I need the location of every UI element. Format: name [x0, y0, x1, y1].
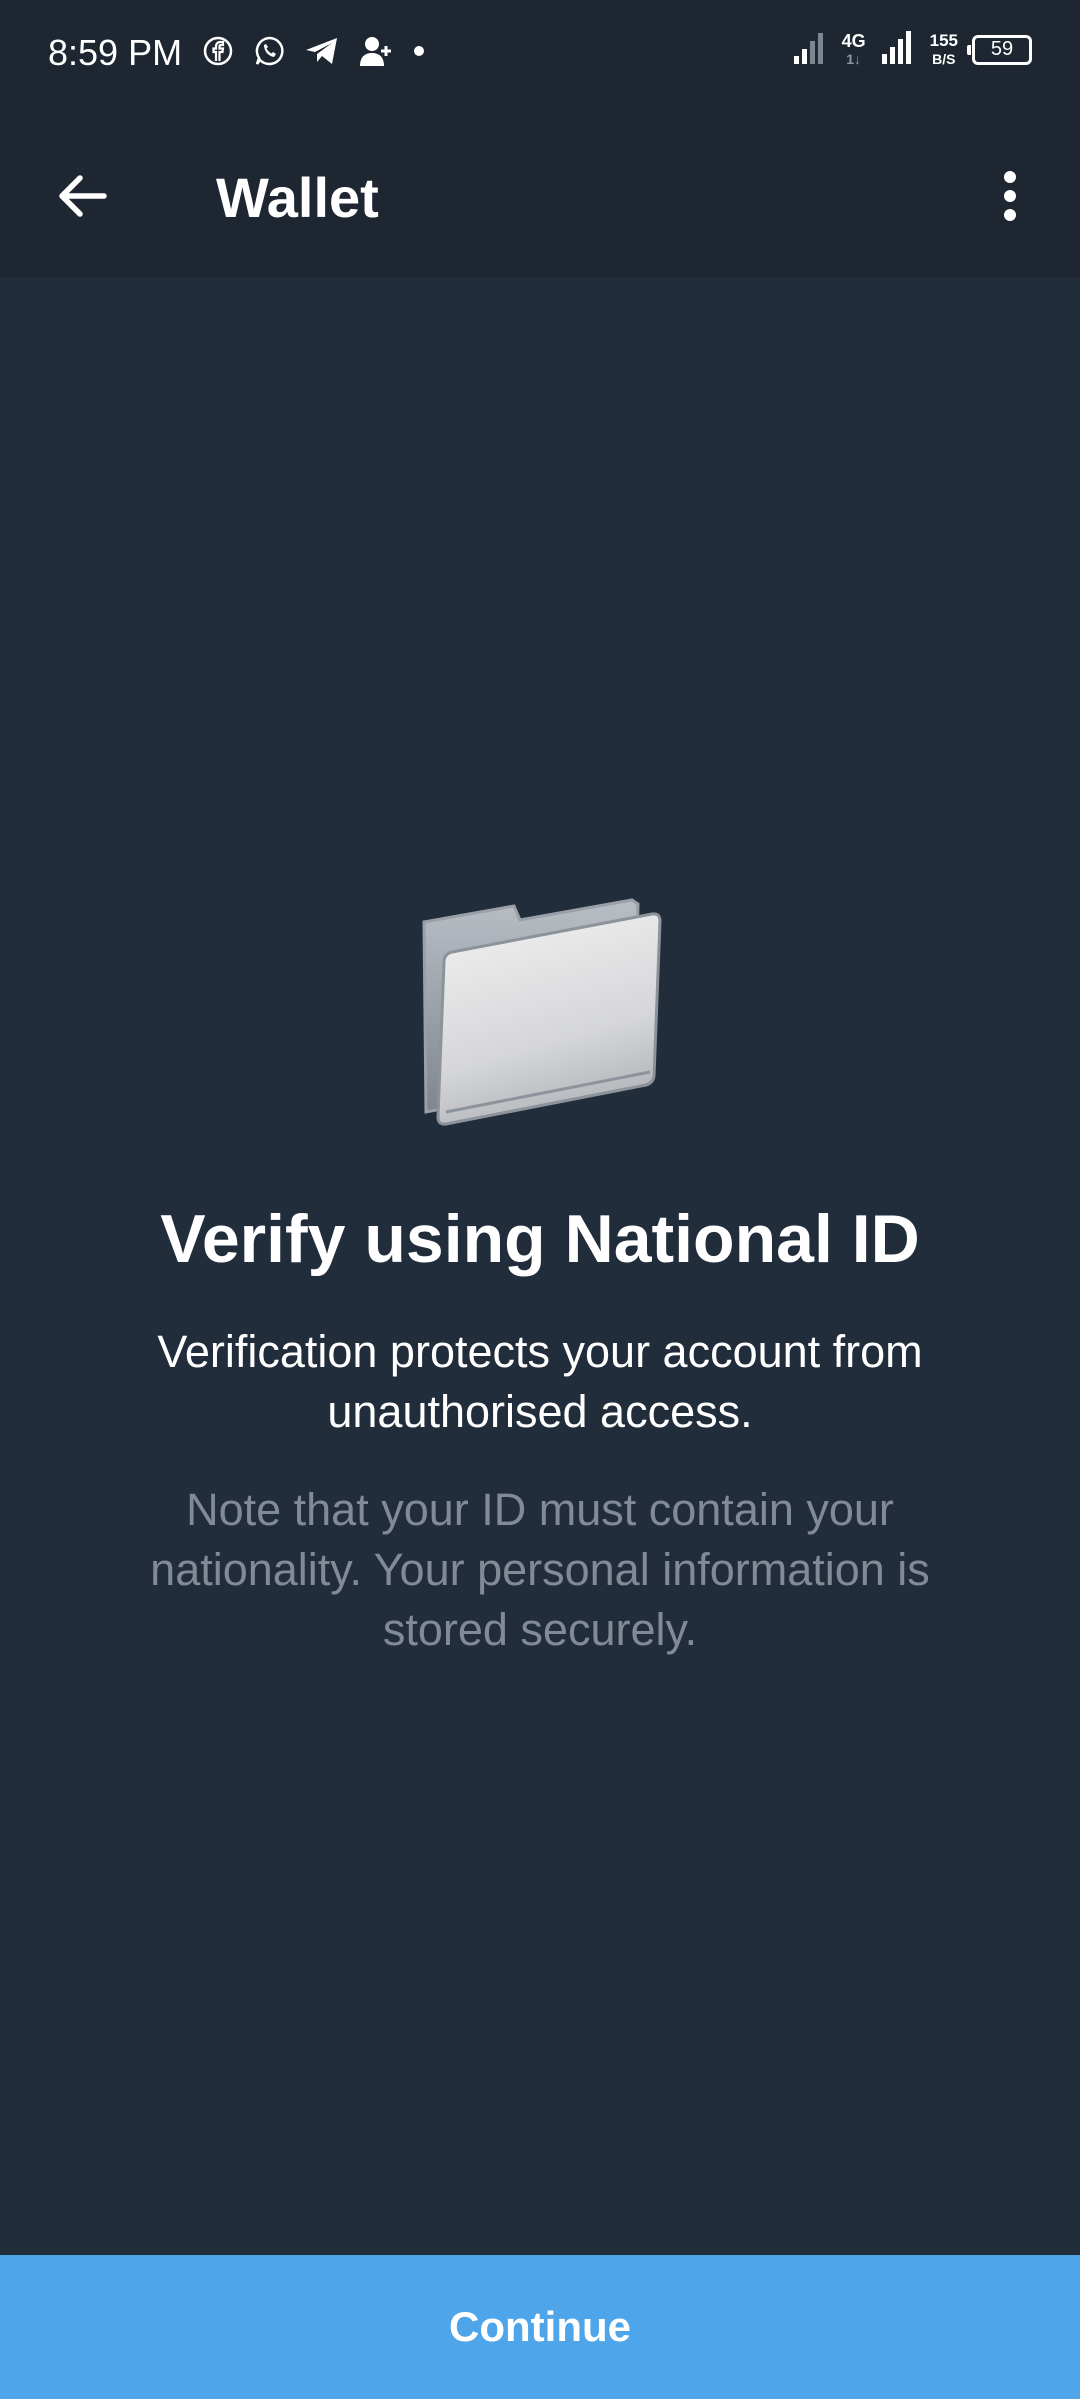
- app-bar: Wallet: [0, 108, 1080, 278]
- description-text: Verification protects your account from …: [157, 1326, 923, 1437]
- status-time: 8:59 PM: [48, 32, 183, 73]
- battery-level: 59: [990, 38, 1014, 60]
- battery-icon: 59: [967, 34, 1032, 65]
- dot-icon: [412, 44, 426, 58]
- whatsapp-icon: [252, 34, 286, 68]
- folder-icon: [410, 880, 670, 1140]
- back-button[interactable]: [42, 158, 122, 238]
- signal-icon: [880, 30, 916, 69]
- notification-icons: [202, 34, 426, 68]
- more-options-button[interactable]: [970, 158, 1050, 238]
- system-icons: 4G 1↓ 155 B/S 59: [792, 30, 1032, 69]
- status-bar: 8:59 PM 4G 1↓ 155 B/S 59: [0, 0, 1080, 108]
- telegram-icon: [304, 35, 340, 67]
- note-text: Note that your ID must contain your nati…: [150, 1484, 930, 1655]
- arrow-left-icon: [56, 174, 108, 223]
- network-speed: 155 B/S: [929, 30, 958, 67]
- page-title: Wallet: [216, 166, 379, 229]
- add-user-icon: [358, 34, 394, 68]
- continue-button[interactable]: Continue: [0, 2255, 1080, 2399]
- screen: 8:59 PM 4G 1↓ 155 B/S 59 Wallet Verify u…: [0, 0, 1080, 2399]
- network-type: 4G 1↓: [841, 30, 866, 67]
- headline: Verify using National ID: [160, 1201, 920, 1277]
- signal-icon: [792, 30, 828, 69]
- more-vertical-icon: [1002, 170, 1018, 227]
- facebook-icon: [202, 35, 234, 67]
